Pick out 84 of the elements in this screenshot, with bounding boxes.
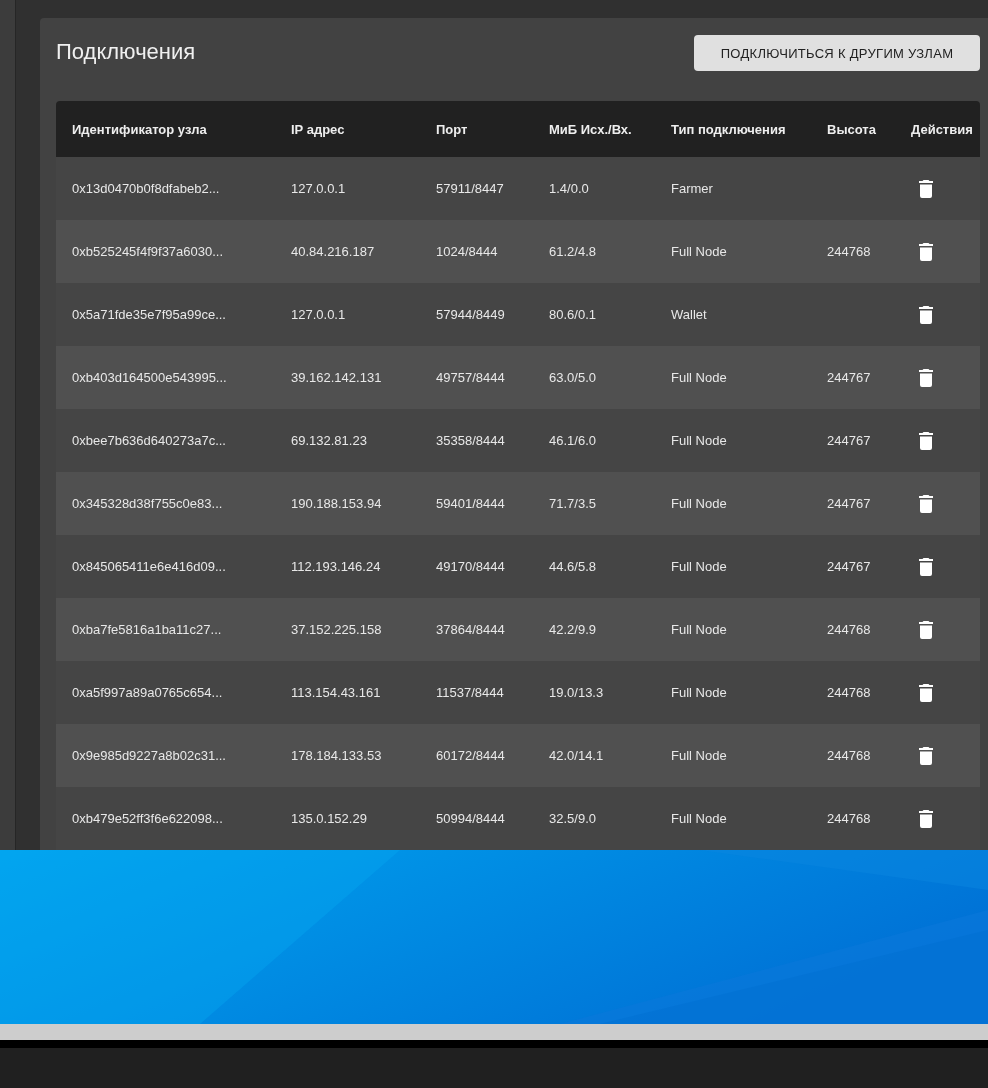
table-cell-text: 37864/8444: [435, 622, 506, 637]
table-cell-text: 63.0/5.0: [548, 370, 597, 385]
table-cell-text: 244767: [826, 433, 872, 448]
table-cell-text: 35358/8444: [435, 433, 506, 448]
table-cell-text: 178.184.133.53: [290, 748, 383, 763]
column-header: Тип подключения: [670, 121, 787, 137]
table-cell-text: 44.6/5.8: [548, 559, 597, 574]
table-cell-text: 42.2/9.9: [548, 622, 597, 637]
table-cell-text: Full Node: [670, 244, 728, 259]
column-header: МиБ Исх./Вх.: [548, 121, 633, 137]
table-cell-text: 39.162.142.131: [290, 370, 383, 385]
table-cell-text: 244767: [826, 559, 872, 574]
table-cell-text: 0x13d0470b0f8dfabeb2...: [71, 181, 221, 196]
delete-icon[interactable]: [919, 809, 933, 828]
connect-button[interactable]: ПОДКЛЮЧИТЬСЯ К ДРУГИМ УЗЛАМ: [694, 35, 980, 71]
table-cell-text: 0x9e985d9227a8b02c31...: [71, 748, 227, 763]
table-cell-text: 49170/8444: [435, 559, 506, 574]
table-cell-text: 0xbee7b636d640273a7c...: [71, 433, 227, 448]
column-header: Действия: [910, 121, 974, 137]
table-cell-text: 50994/8444: [435, 811, 506, 826]
table-cell-text: 0xb403d164500e543995...: [71, 370, 228, 385]
table-cell-text: 69.132.81.23: [290, 433, 368, 448]
page-title: Подключения: [56, 39, 196, 65]
table-cell-text: 0x845065411e6e416d09...: [71, 559, 227, 574]
table-cell-text: Full Node: [670, 559, 728, 574]
table-cell-text: 71.7/3.5: [548, 496, 597, 511]
table-cell-text: Full Node: [670, 622, 728, 637]
table-cell-text: 0xb525245f4f9f37a6030...: [71, 244, 225, 259]
table-cell-text: 32.5/9.0: [548, 811, 597, 826]
table-cell-text: Full Node: [670, 748, 728, 763]
table-cell-text: 59401/8444: [435, 496, 506, 511]
delete-icon[interactable]: [919, 494, 933, 513]
table-cell-text: 190.188.153.94: [290, 496, 383, 511]
table-cell-text: 19.0/13.3: [548, 685, 605, 700]
table-cell-text: Full Node: [670, 370, 728, 385]
table-cell-text: 61.2/4.8: [548, 244, 597, 259]
table-cell-text: 0xba7fe5816a1ba11c27...: [71, 622, 223, 637]
table-cell-text: 127.0.0.1: [290, 181, 347, 196]
table-cell-text: 42.0/14.1: [548, 748, 605, 763]
table-cell-text: 244768: [826, 748, 872, 763]
table-cell-text: Full Node: [670, 685, 728, 700]
table-cell-text: 0xa5f997a89a0765c654...: [71, 685, 224, 700]
table-cell-text: Farmer: [670, 181, 714, 196]
table-cell-text: 127.0.0.1: [290, 307, 347, 322]
table-cell-text: 244767: [826, 496, 872, 511]
table-cell-text: 244768: [826, 811, 872, 826]
table-cell-text: 1.4/0.0: [548, 181, 590, 196]
table-cell-text: 135.0.152.29: [290, 811, 368, 826]
column-header: IP адрес: [290, 121, 346, 137]
table-cell-text: 0x5a71fde35e7f95a99ce...: [71, 307, 227, 322]
table-cell-text: 40.84.216.187: [290, 244, 376, 259]
delete-icon[interactable]: [919, 557, 933, 576]
table-cell-text: 80.6/0.1: [548, 307, 597, 322]
table-cell-text: 60172/8444: [435, 748, 506, 763]
table-cell-text: 244767: [826, 370, 872, 385]
delete-icon[interactable]: [919, 431, 933, 450]
table-cell-text: 57944/8449: [435, 307, 506, 322]
delete-icon[interactable]: [919, 368, 933, 387]
table-cell-text: 37.152.225.158: [290, 622, 383, 637]
delete-icon[interactable]: [919, 746, 933, 765]
table-cell-text: 11537/8444: [435, 685, 505, 700]
column-header: Идентификатор узла: [71, 121, 208, 137]
table-cell-text: Full Node: [670, 496, 728, 511]
table-cell-text: 244768: [826, 244, 872, 259]
table-cell-text: 46.1/6.0: [548, 433, 597, 448]
delete-icon[interactable]: [919, 242, 933, 261]
column-header: Высота: [826, 121, 877, 137]
table-cell-text: 112.193.146.24: [290, 559, 382, 574]
delete-icon[interactable]: [919, 179, 933, 198]
table-cell-text: 49757/8444: [435, 370, 506, 385]
table-cell-text: 57911/8447: [435, 181, 505, 196]
column-header: Порт: [435, 121, 469, 137]
delete-icon[interactable]: [919, 305, 933, 324]
table-cell-text: 0x345328d38f755c0e83...: [71, 496, 224, 511]
table-cell-text: 244768: [826, 622, 872, 637]
table-cell-text: 0xb479e52ff3f6e622098...: [71, 811, 224, 826]
table-cell-text: 1024/8444: [435, 244, 499, 259]
table-cell-text: 113.154.43.161: [290, 685, 382, 700]
table-cell-text: 244768: [826, 685, 872, 700]
table-cell-text: Full Node: [670, 811, 728, 826]
delete-icon[interactable]: [919, 620, 933, 639]
delete-icon[interactable]: [919, 683, 933, 702]
table-cell-text: Full Node: [670, 433, 728, 448]
table-cell-text: Wallet: [670, 307, 708, 322]
